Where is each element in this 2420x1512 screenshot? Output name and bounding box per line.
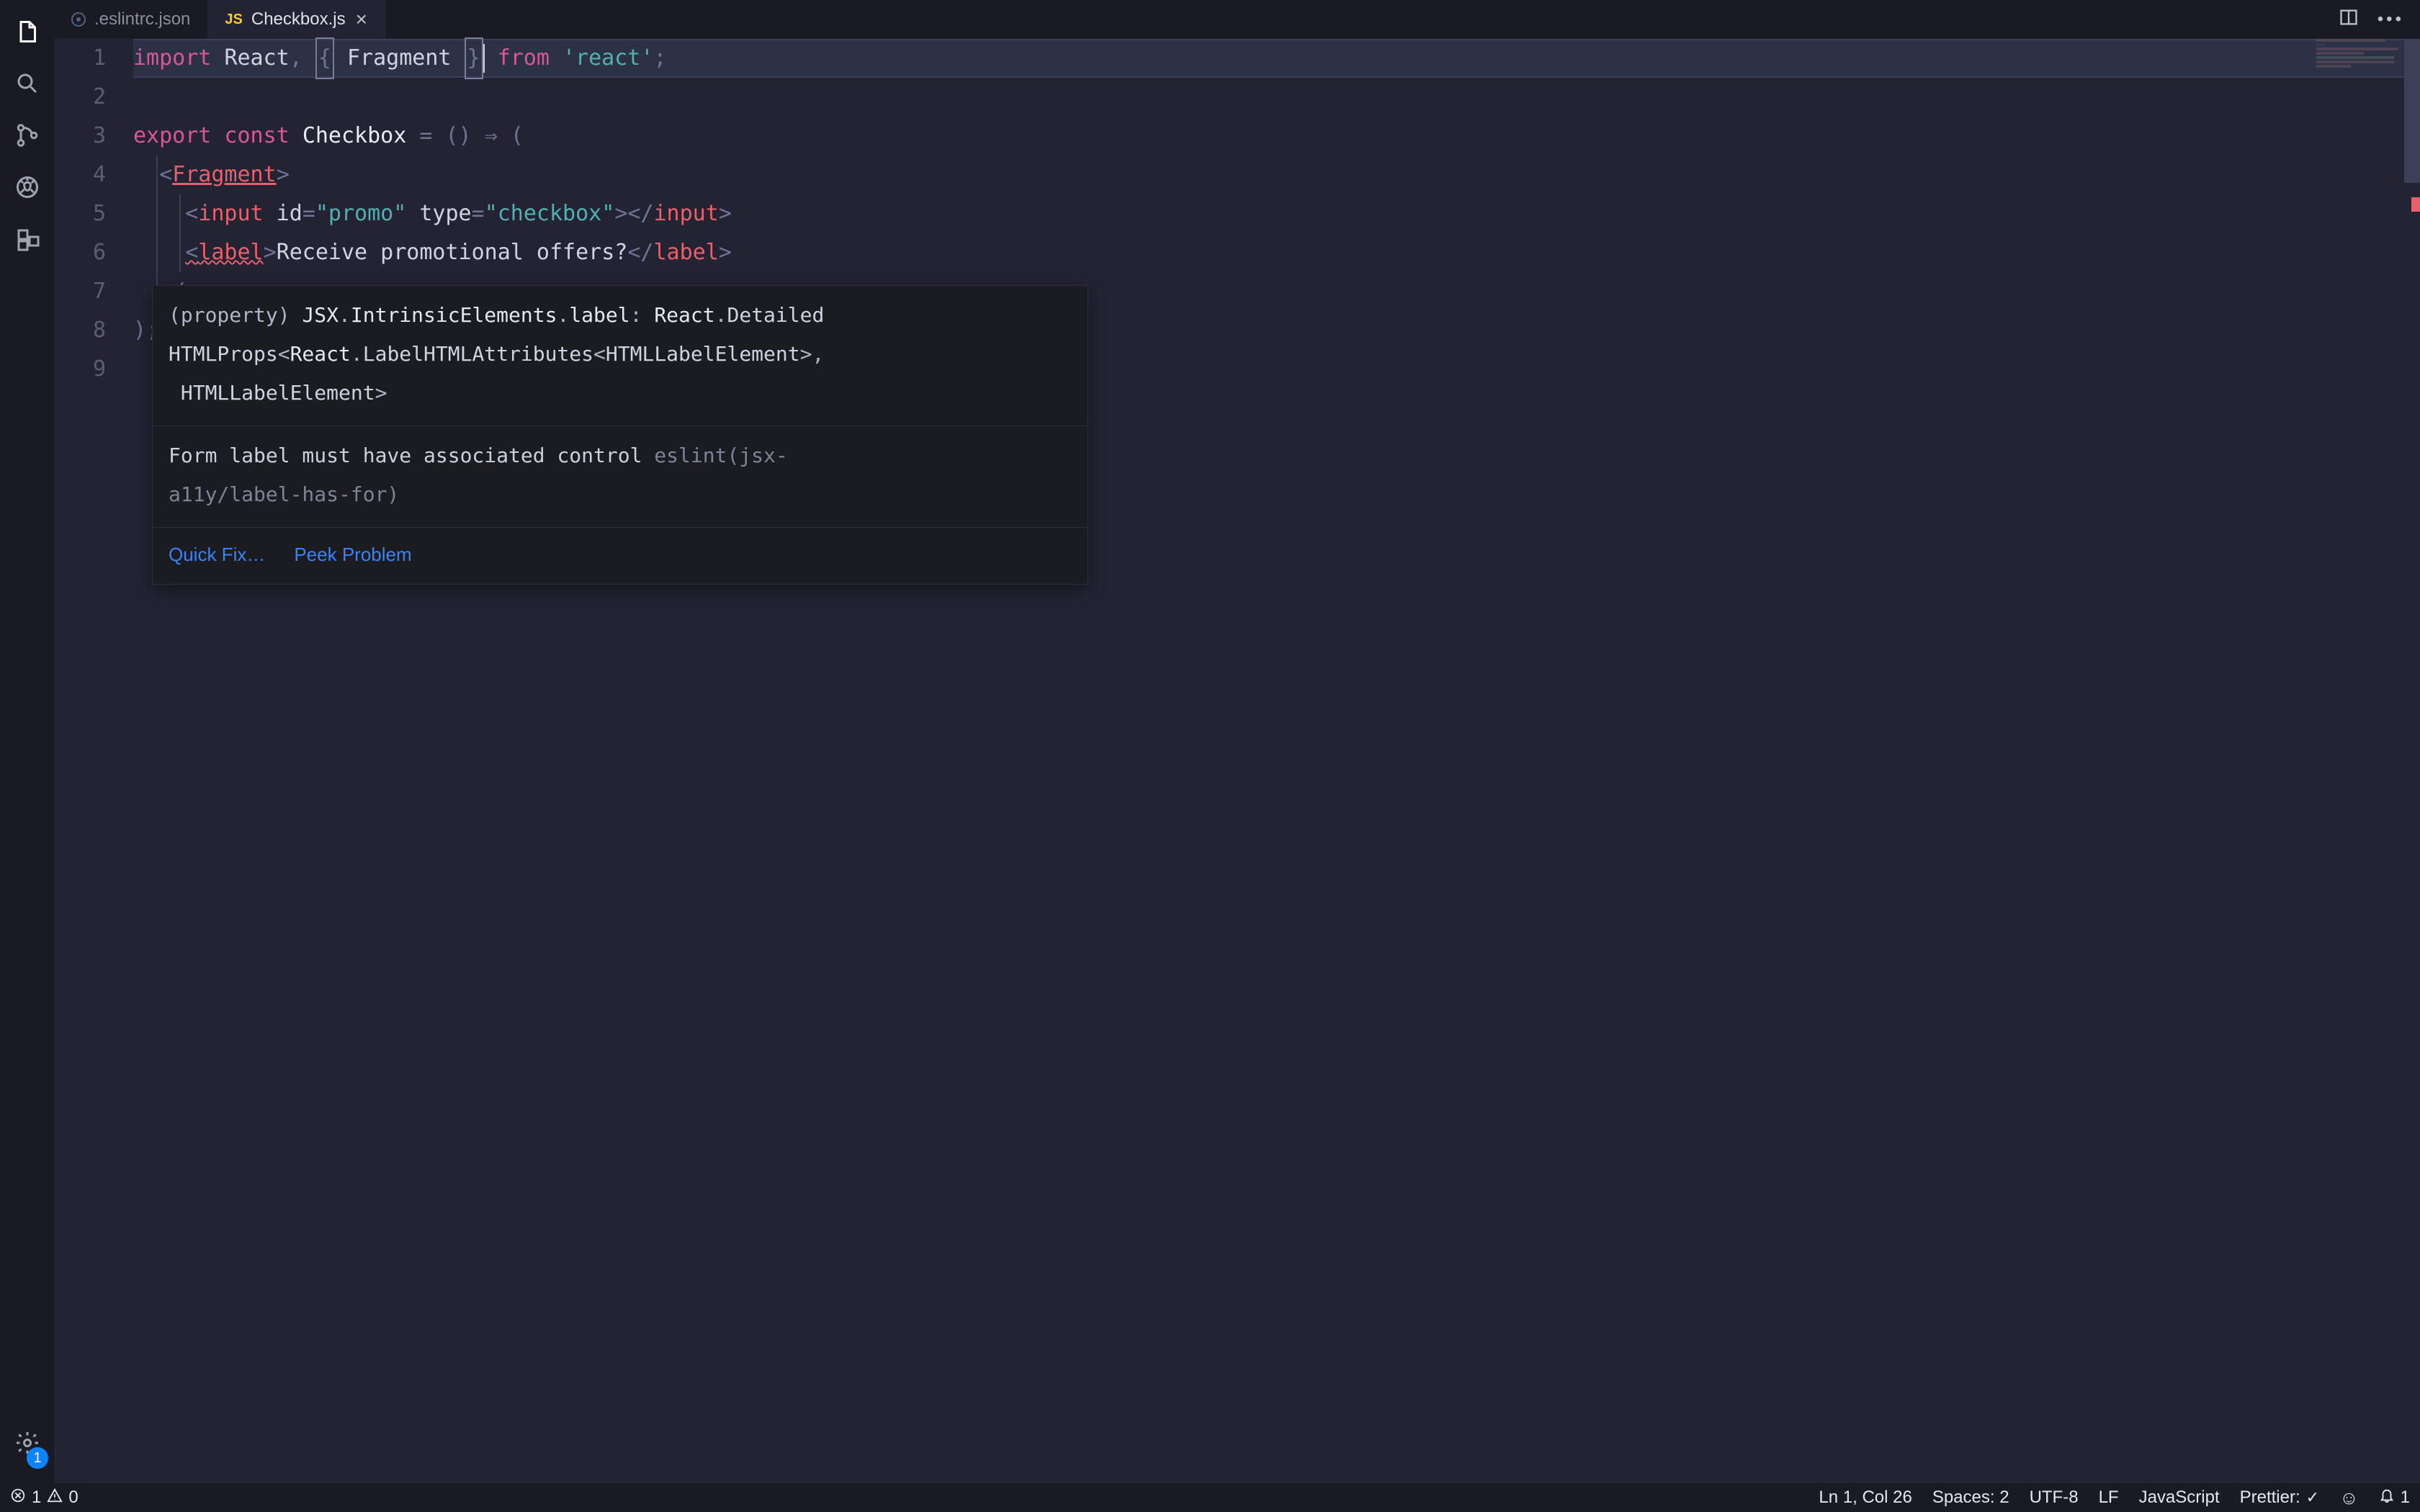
editor-group: .eslintrc.json JS Checkbox.js × ••• 1 2 …: [54, 0, 2420, 1483]
more-actions-icon[interactable]: •••: [2378, 9, 2404, 30]
code-line[interactable]: export const Checkbox = () ⇒ (: [133, 117, 2420, 156]
code-line[interactable]: <label>Receive promotional offers?</labe…: [133, 233, 2420, 272]
workspace: 1 .eslintrc.json JS Checkbox.js × •••: [0, 0, 2420, 1483]
line-number-gutter: 1 2 3 4 5 6 7 8 9: [54, 39, 133, 1483]
tab-checkbox-js[interactable]: JS Checkbox.js ×: [207, 0, 386, 39]
debug-icon[interactable]: [0, 161, 54, 213]
tab-actions: •••: [2323, 0, 2420, 39]
editor[interactable]: 1 2 3 4 5 6 7 8 9 import React, { Fragme…: [54, 39, 2420, 1483]
extensions-icon[interactable]: [0, 213, 54, 265]
status-notifications[interactable]: 1: [2379, 1488, 2410, 1508]
tab-label: Checkbox.js: [251, 9, 346, 30]
hover-lint-info: Form label must have associated control …: [153, 426, 1088, 527]
search-icon[interactable]: [0, 58, 54, 109]
error-count: 1: [32, 1488, 41, 1508]
tab-bar: .eslintrc.json JS Checkbox.js × •••: [54, 0, 2420, 39]
hover-actions: Quick Fix… Peek Problem: [153, 527, 1088, 584]
peek-problem-link[interactable]: Peek Problem: [294, 535, 411, 574]
line-number: 8: [54, 311, 106, 350]
line-number: 4: [54, 156, 106, 194]
line-number: 1: [54, 39, 106, 78]
close-icon[interactable]: ×: [354, 9, 369, 30]
js-file-icon: JS: [225, 12, 242, 28]
code-view[interactable]: import React, { Fragment } from 'react';…: [133, 39, 2420, 1483]
check-icon: ✓: [2306, 1488, 2319, 1507]
scrollbar-thumb[interactable]: [2404, 39, 2420, 183]
hover-tooltip: (property) JSX.IntrinsicElements.label: …: [152, 285, 1088, 585]
status-encoding[interactable]: UTF-8: [2030, 1488, 2079, 1508]
split-editor-icon[interactable]: [2339, 7, 2359, 32]
settings-update-badge: 1: [27, 1447, 48, 1469]
activity-bar: 1: [0, 0, 54, 1483]
code-line[interactable]: import React, { Fragment } from 'react';: [133, 39, 2420, 78]
status-cursor-position[interactable]: Ln 1, Col 26: [1819, 1488, 1912, 1508]
status-bar: 1 0 Ln 1, Col 26 Spaces: 2 UTF-8 LF Java…: [0, 1483, 2420, 1512]
scrollbar[interactable]: [2404, 39, 2420, 1483]
hover-type-info: (property) JSX.IntrinsicElements.label: …: [153, 286, 1088, 426]
status-problems[interactable]: 1 0: [10, 1488, 79, 1508]
bell-icon: [2379, 1488, 2395, 1508]
code-line[interactable]: <input id="promo" type="checkbox"></inpu…: [133, 194, 2420, 233]
line-number: 7: [54, 272, 106, 311]
line-number: 5: [54, 194, 106, 233]
line-number: 3: [54, 117, 106, 156]
status-prettier[interactable]: Prettier: ✓: [2240, 1488, 2319, 1508]
warning-count: 0: [68, 1488, 78, 1508]
line-number: 2: [54, 78, 106, 117]
source-control-icon[interactable]: [0, 109, 54, 161]
tab-label: .eslintrc.json: [94, 9, 190, 30]
settings-gear-icon[interactable]: 1: [0, 1417, 54, 1469]
line-number: 6: [54, 233, 106, 272]
tab-eslintrc[interactable]: .eslintrc.json: [54, 0, 207, 39]
status-language[interactable]: JavaScript: [2139, 1488, 2220, 1508]
notification-count: 1: [2401, 1488, 2410, 1508]
code-line[interactable]: [133, 78, 2420, 117]
quick-fix-link[interactable]: Quick Fix…: [169, 535, 265, 574]
explorer-icon[interactable]: [0, 6, 54, 58]
warning-icon: [47, 1488, 63, 1508]
error-icon: [10, 1488, 26, 1508]
feedback-icon[interactable]: ☺: [2339, 1487, 2359, 1509]
error-marker[interactable]: [2411, 197, 2420, 212]
status-indentation[interactable]: Spaces: 2: [1932, 1488, 2009, 1508]
line-number: 9: [54, 350, 106, 389]
code-line[interactable]: <Fragment>: [133, 156, 2420, 194]
status-eol[interactable]: LF: [2099, 1488, 2119, 1508]
json-file-icon: [71, 12, 86, 27]
